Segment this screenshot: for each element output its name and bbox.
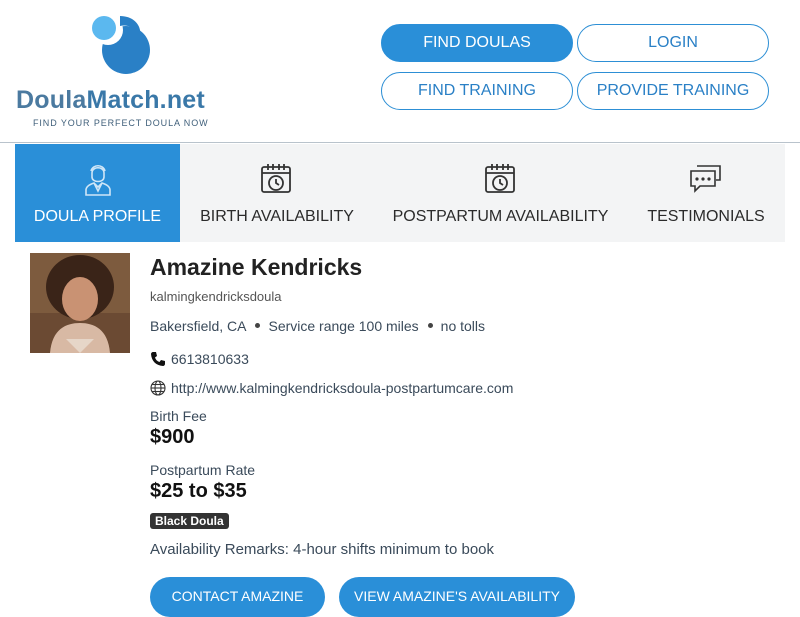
location-line: Bakersfield, CA Service range 100 miles no… xyxy=(150,318,485,334)
website-row: http://www.kalmingkendricksdoula-postpar… xyxy=(150,380,513,396)
login-button[interactable]: LOGIN xyxy=(577,24,769,62)
black-doula-badge: Black Doula xyxy=(150,513,229,529)
tab-testimonials[interactable]: TESTIMONIALS xyxy=(627,144,785,242)
separator-dot xyxy=(427,323,433,329)
city: Bakersfield, CA xyxy=(150,318,247,334)
site-header: DoulaMatch.net FIND YOUR PERFECT DOULA N… xyxy=(0,0,800,143)
website-link[interactable]: http://www.kalmingkendricksdoula-postpar… xyxy=(171,380,513,396)
profile-photo xyxy=(30,253,130,353)
doula-name: Amazine Kendricks xyxy=(150,254,363,280)
availability-remarks: Availability Remarks: 4-hour shifts mini… xyxy=(150,541,495,558)
logo-mark-icon xyxy=(92,15,150,74)
chat-bubbles-icon xyxy=(689,162,723,196)
provide-training-button[interactable]: PROVIDE TRAINING xyxy=(577,72,769,110)
calendar-clock-icon xyxy=(260,162,294,196)
find-training-button[interactable]: FIND TRAINING xyxy=(381,72,573,110)
person-icon xyxy=(83,162,113,196)
phone-number[interactable]: 6613810633 xyxy=(171,351,249,367)
find-doulas-button[interactable]: FIND DOULAS xyxy=(381,24,573,62)
logo[interactable]: DoulaMatch.net FIND YOUR PERFECT DOULA N… xyxy=(16,10,226,132)
tab-label: DOULA PROFILE xyxy=(33,208,162,225)
logo-wordmark: DoulaMatch.net xyxy=(16,86,205,114)
separator-dot xyxy=(255,323,261,329)
tab-postpartum-availability[interactable]: POSTPARTUM AVAILABILITY xyxy=(374,144,627,242)
tab-label: TESTIMONIALS xyxy=(647,208,765,225)
tab-doula-profile[interactable]: DOULA PROFILE xyxy=(15,144,180,242)
postpartum-rate-label: Postpartum Rate xyxy=(150,462,256,478)
birth-fee-value: $900 xyxy=(150,426,195,448)
calendar-clock-icon xyxy=(484,162,518,196)
birth-fee-label: Birth Fee xyxy=(150,408,207,424)
logo-tagline: FIND YOUR PERFECT DOULA NOW xyxy=(33,118,209,128)
phone-row: 6613810633 xyxy=(150,351,249,367)
service-range: Service range 100 miles xyxy=(268,318,419,334)
postpartum-rate-value: $25 to $35 xyxy=(150,480,247,502)
tab-label: POSTPARTUM AVAILABILITY xyxy=(392,208,609,225)
doula-handle: kalmingkendricksdoula xyxy=(150,289,282,304)
view-availability-button[interactable]: VIEW AMAZINE'S AVAILABILITY xyxy=(339,577,575,617)
tab-birth-availability[interactable]: BIRTH AVAILABILITY xyxy=(180,144,374,242)
contact-button[interactable]: CONTACT AMAZINE xyxy=(150,577,325,617)
phone-icon xyxy=(150,351,166,367)
globe-icon xyxy=(150,380,166,396)
tab-label: BIRTH AVAILABILITY xyxy=(200,208,354,225)
profile-tabs: DOULA PROFILE BIRTH AVAILABILITY POSTPAR… xyxy=(15,144,785,242)
tolls: no tolls xyxy=(440,318,486,334)
